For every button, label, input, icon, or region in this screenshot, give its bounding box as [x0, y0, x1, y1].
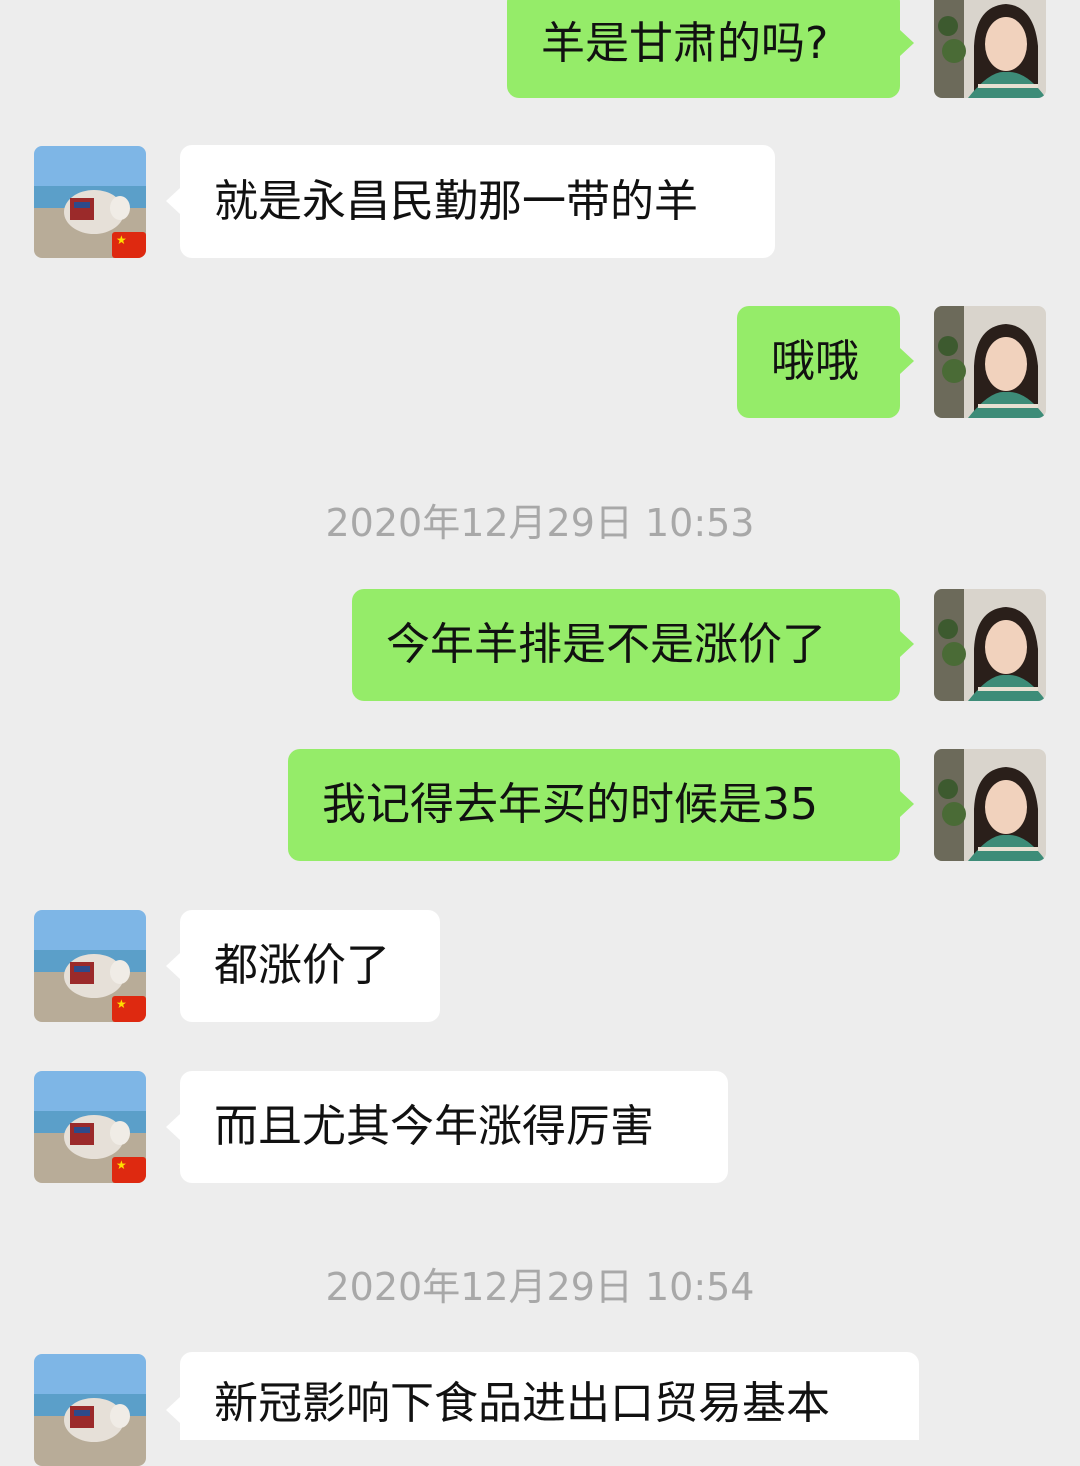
- message-bubble[interactable]: 都涨价了: [180, 910, 440, 1022]
- china-flag-icon: ★: [112, 1157, 146, 1183]
- message-bubble[interactable]: 就是永昌民勤那一带的羊: [180, 145, 775, 258]
- message-bubble[interactable]: 今年羊排是不是涨价了: [352, 589, 900, 701]
- bubble-tail: [900, 30, 914, 56]
- message-text: 而且尤其今年涨得厉害: [214, 1101, 654, 1152]
- bubble-tail: [900, 631, 914, 657]
- my-avatar[interactable]: [934, 749, 1046, 861]
- message-text: 我记得去年买的时候是35: [322, 779, 818, 830]
- bubble-tail: [166, 1397, 180, 1423]
- woman-portrait-icon: [934, 589, 1046, 701]
- woman-portrait-icon: [934, 306, 1046, 418]
- message-bubble[interactable]: 羊是甘肃的吗?: [507, 0, 900, 98]
- yak-photo-icon: [34, 1354, 146, 1466]
- china-flag-icon: ★: [112, 232, 146, 258]
- bubble-tail: [166, 953, 180, 979]
- my-avatar[interactable]: [934, 0, 1046, 98]
- contact-avatar[interactable]: [34, 1354, 146, 1466]
- contact-avatar[interactable]: ★: [34, 146, 146, 258]
- message-text: 哦哦: [771, 336, 859, 387]
- message-timestamp: 2020年12月29日 10:54: [325, 1265, 755, 1309]
- message-timestamp: 2020年12月29日 10:53: [325, 501, 755, 545]
- contact-avatar[interactable]: ★: [34, 1071, 146, 1183]
- message-text: 都涨价了: [214, 940, 390, 991]
- woman-portrait-icon: [934, 0, 1046, 98]
- message-bubble[interactable]: 哦哦: [737, 306, 900, 418]
- message-bubble[interactable]: 新冠影响下食品进出口贸易基本: [180, 1352, 919, 1440]
- bubble-tail: [166, 188, 180, 214]
- contact-avatar[interactable]: ★: [34, 910, 146, 1022]
- bubble-tail: [166, 1114, 180, 1140]
- woman-portrait-icon: [934, 749, 1046, 861]
- bubble-tail: [900, 348, 914, 374]
- message-text: 新冠影响下食品进出口贸易基本: [214, 1378, 830, 1429]
- message-text: 羊是甘肃的吗?: [541, 18, 829, 69]
- message-text: 今年羊排是不是涨价了: [386, 619, 826, 670]
- my-avatar[interactable]: [934, 589, 1046, 701]
- china-flag-icon: ★: [112, 996, 146, 1022]
- message-bubble[interactable]: 而且尤其今年涨得厉害: [180, 1071, 728, 1183]
- bubble-tail: [900, 791, 914, 817]
- message-text: 就是永昌民勤那一带的羊: [214, 175, 698, 227]
- message-bubble[interactable]: 我记得去年买的时候是35: [288, 749, 900, 861]
- my-avatar[interactable]: [934, 306, 1046, 418]
